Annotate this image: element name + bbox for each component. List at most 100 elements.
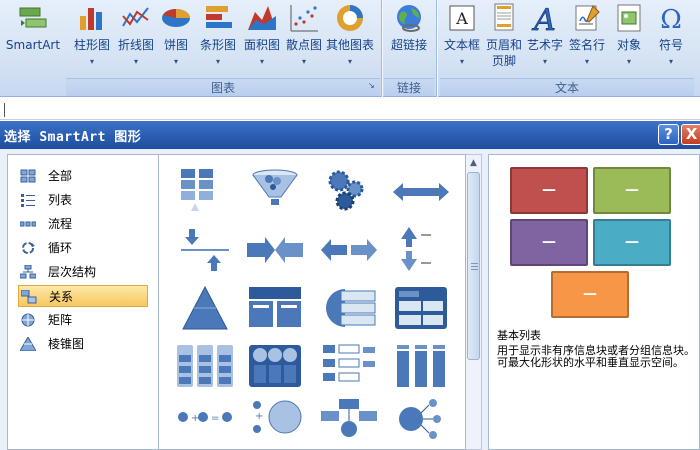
pie-chart-icon: [162, 9, 190, 27]
layout-thumbnail[interactable]: [391, 225, 451, 275]
category-label: 棱锥图: [48, 337, 85, 351]
category-label: 全部: [48, 169, 73, 183]
svg-text:A: A: [531, 3, 556, 34]
pie-chart-label: 饼图: [163, 38, 188, 52]
chevron-down-icon: ▾: [259, 57, 265, 66]
layout-thumbnail[interactable]: [245, 341, 305, 391]
dialog-launcher-icon[interactable]: ↘: [368, 81, 377, 90]
gallery-scrollbar[interactable]: ▲: [466, 154, 482, 450]
svg-text:=: =: [211, 413, 219, 424]
category-item-cycle[interactable]: 循环: [18, 237, 148, 259]
textbox-button[interactable]: A 文本框 ▾: [440, 2, 484, 72]
layout-thumbnail[interactable]: [175, 283, 235, 333]
close-button[interactable]: X: [681, 124, 700, 145]
category-item-hierarchy[interactable]: 层次结构: [18, 261, 148, 283]
category-label: 流程: [48, 217, 73, 231]
area-chart-button[interactable]: 面积图 ▾: [240, 2, 284, 72]
bar-chart-label: 条形图: [199, 38, 236, 52]
layout-thumbnail[interactable]: [319, 341, 379, 391]
matrix-icon: [21, 313, 35, 327]
smartart-dialog: 全部 列表 流程 循环 层次结构 关系 矩阵 棱锥图 + = + ▲ — — —…: [0, 149, 700, 450]
line-chart-icon: [122, 7, 149, 27]
layout-thumbnail[interactable]: [245, 283, 305, 333]
document-area[interactable]: [0, 98, 700, 120]
preview-pane: — — — — — 基本列表 用于显示非有序信息块或者分组信息块。可最大化形状的…: [488, 154, 700, 450]
group-label-chart: 图表: [66, 78, 380, 96]
preview-box-2: —: [593, 167, 671, 214]
layout-thumbnail[interactable]: [391, 167, 451, 217]
layout-thumbnail[interactable]: [319, 225, 379, 275]
category-item-all[interactable]: 全部: [18, 165, 148, 187]
bar-chart-icon: [206, 6, 232, 28]
hierarchy-icon: [20, 265, 36, 279]
layout-thumbnail[interactable]: [175, 225, 235, 275]
layout-thumbnail[interactable]: [175, 341, 235, 391]
list-icon: [21, 194, 35, 207]
layout-thumbnail[interactable]: [319, 167, 379, 217]
group-label-link: 链接: [384, 78, 434, 96]
smartart-label: SmartArt: [5, 38, 61, 52]
scatter-chart-icon: [290, 5, 318, 32]
category-item-list[interactable]: 列表: [18, 189, 148, 211]
area-chart-label: 面积图: [243, 38, 280, 52]
chevron-down-icon: ▾: [626, 57, 632, 66]
group-label-text: 文本: [440, 78, 694, 96]
svg-text:+: +: [191, 413, 199, 424]
wordart-label: 艺术字: [526, 38, 563, 52]
layout-thumbnail[interactable]: [319, 283, 379, 333]
layout-thumbnail[interactable]: [245, 167, 305, 217]
relationship-icon: [21, 290, 37, 304]
preview-box-5: —: [551, 271, 629, 318]
preview-description: 用于显示非有序信息块或者分组信息块。可最大化形状的水平和垂直显示空间。: [497, 344, 695, 369]
category-label: 层次结构: [48, 265, 97, 279]
chevron-down-icon: ▾: [459, 57, 465, 66]
symbol-button[interactable]: Ω 符号 ▾: [650, 2, 692, 72]
line-chart-button[interactable]: 折线图 ▾: [114, 2, 158, 72]
category-item-pyramid[interactable]: 棱锥图: [18, 333, 148, 355]
object-button[interactable]: 对象 ▾: [610, 2, 648, 72]
category-item-process[interactable]: 流程: [18, 213, 148, 235]
category-label: 关系: [49, 290, 74, 304]
preview-title: 基本列表: [497, 329, 541, 342]
category-item-relationship[interactable]: 关系: [18, 285, 148, 307]
chevron-down-icon: ▾: [584, 57, 590, 66]
process-icon: [20, 221, 36, 227]
category-list: 全部 列表 流程 循环 层次结构 关系 矩阵 棱锥图: [7, 154, 158, 450]
bar-chart-button[interactable]: 条形图 ▾: [196, 2, 240, 72]
column-chart-button[interactable]: 柱形图 ▾: [70, 2, 114, 72]
scatter-chart-button[interactable]: 散点图 ▾: [284, 2, 324, 72]
group-separator: [381, 0, 382, 97]
hyperlink-button[interactable]: 超链接: [384, 2, 434, 72]
symbol-label: 符号: [658, 38, 683, 52]
pie-chart-button[interactable]: 饼图 ▾: [158, 2, 194, 72]
chevron-down-icon: ▾: [668, 57, 674, 66]
other-charts-button[interactable]: 其他图表 ▾: [324, 2, 376, 72]
category-label: 列表: [48, 193, 73, 207]
scatter-chart-label: 散点图: [285, 38, 322, 52]
other-charts-label: 其他图表: [325, 38, 374, 52]
dialog-titlebar[interactable]: 选择 SmartArt 图形 ? X: [0, 121, 700, 149]
header-footer-button[interactable]: 页眉和 页脚: [484, 2, 524, 72]
layout-thumbnail[interactable]: [175, 167, 235, 217]
chevron-down-icon: ▾: [173, 57, 179, 66]
layout-thumbnail[interactable]: [391, 341, 451, 391]
layout-thumbnail[interactable]: + =: [175, 395, 235, 445]
signature-line-button[interactable]: 签名行 ▾: [566, 2, 608, 72]
wordart-icon: A: [531, 3, 556, 34]
category-item-matrix[interactable]: 矩阵: [18, 309, 148, 331]
layout-thumbnail[interactable]: +: [245, 395, 305, 445]
scroll-up-icon[interactable]: ▲: [466, 155, 481, 171]
layout-thumbnail[interactable]: [391, 395, 451, 445]
preview-box-1: —: [510, 167, 588, 214]
pyramid-icon: [20, 337, 36, 351]
help-button[interactable]: ?: [658, 124, 679, 145]
smartart-button[interactable]: SmartArt: [2, 2, 64, 72]
svg-text:A: A: [455, 9, 468, 28]
scrollbar-thumb[interactable]: [467, 172, 480, 360]
preview-box-3: —: [510, 219, 588, 266]
layout-thumbnail[interactable]: [319, 395, 379, 445]
layout-thumbnail[interactable]: [245, 225, 305, 275]
layout-thumbnail[interactable]: [391, 283, 451, 333]
chevron-down-icon: ▾: [215, 57, 221, 66]
wordart-button[interactable]: A 艺术字 ▾: [524, 2, 566, 72]
